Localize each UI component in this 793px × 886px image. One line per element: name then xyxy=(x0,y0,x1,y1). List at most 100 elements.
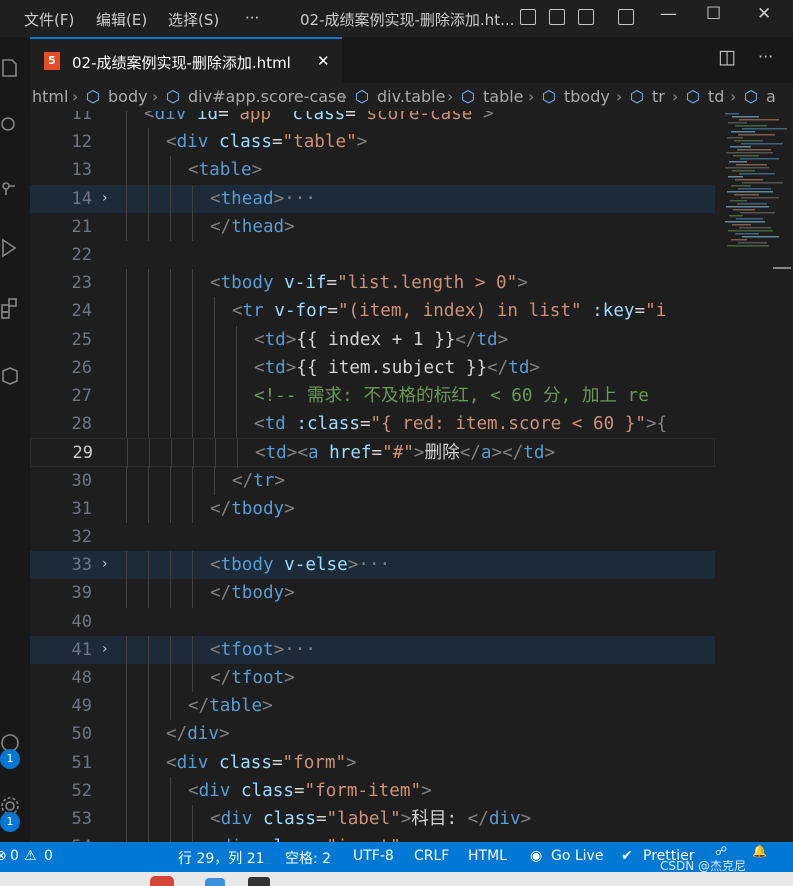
code-line[interactable]: 30 </tr> xyxy=(30,466,715,495)
indentation[interactable]: 空格: 2 xyxy=(285,848,331,868)
fold-chevron-icon[interactable]: › xyxy=(102,556,108,572)
minimap-line xyxy=(740,212,775,214)
editor-tab[interactable]: 5 02-成绩案例实现-删除添加.html ✕ xyxy=(30,37,342,83)
code-line[interactable]: 12 <div class="table"> xyxy=(30,128,715,157)
code-token: > xyxy=(285,329,297,350)
line-number: 48 xyxy=(71,668,92,688)
code-line[interactable]: 24 <tr v-for="(item, index) in list" :key… xyxy=(30,297,715,326)
line-number: 27 xyxy=(71,386,92,406)
error-count[interactable]: 0 xyxy=(10,848,19,864)
account-badge: 1 xyxy=(0,749,20,769)
code-line[interactable]: 14 › <thead>··· xyxy=(30,184,715,213)
fold-chevron-icon[interactable]: › xyxy=(102,190,108,206)
scrollbar-thumb[interactable] xyxy=(773,267,791,269)
code-line[interactable]: 39 </tbody> xyxy=(30,579,715,608)
breadcrumb-item[interactable]: td xyxy=(708,87,724,106)
code-line[interactable]: 31 </tbody> xyxy=(30,494,715,523)
code-token: href xyxy=(329,443,372,464)
code-token: ··· xyxy=(284,188,316,209)
feedback-icon[interactable]: ☍ xyxy=(715,844,727,858)
tab-close-icon[interactable]: ✕ xyxy=(317,52,330,70)
run-debug-icon[interactable] xyxy=(0,237,22,259)
code-line[interactable]: 29 <td><a href="#">删除</a></td> xyxy=(30,438,715,468)
minimap-preview xyxy=(725,113,787,247)
maximize-button[interactable]: ☐ xyxy=(706,4,721,24)
code-line[interactable]: 41 › <tfoot>··· xyxy=(30,635,715,664)
code-token: thead xyxy=(231,216,285,237)
code-line[interactable]: 26 <td>{{ item.subject }}</td> xyxy=(30,353,715,382)
minimize-button[interactable]: — xyxy=(660,4,677,24)
more-actions-icon[interactable]: ··· xyxy=(758,47,773,66)
remote-explorer-icon[interactable] xyxy=(0,365,22,387)
breadcrumb-item[interactable]: body xyxy=(108,87,148,106)
toggle-panel-icon[interactable] xyxy=(549,9,565,25)
source-control-icon[interactable] xyxy=(0,177,22,199)
menu-more[interactable]: ··· xyxy=(245,9,259,27)
code-line[interactable]: 13 <table> xyxy=(30,156,715,185)
code-line[interactable]: 49 </table> xyxy=(30,692,715,721)
code-text: <div id="app" class="score-case"> xyxy=(144,111,494,128)
go-live-button[interactable]: Go Live xyxy=(551,848,603,864)
code-token: = xyxy=(315,809,327,829)
extensions-icon[interactable] xyxy=(0,297,22,319)
breadcrumb-item[interactable]: tr xyxy=(652,87,665,106)
code-token: {{ item.subject }} xyxy=(296,357,488,378)
breadcrumb-item[interactable]: div#app.score-case xyxy=(188,87,346,106)
code-line[interactable]: 27 <!-- 需求: 不及格的标红, < 60 分, 加上 re xyxy=(30,382,715,411)
warning-count[interactable]: 0 xyxy=(44,848,53,864)
code-line[interactable]: 52 <div class="form-item"> xyxy=(30,776,715,805)
code-token: div xyxy=(187,724,219,745)
code-token: > xyxy=(517,273,528,294)
indent-guide xyxy=(170,297,171,326)
code-line[interactable]: 50 </div> xyxy=(30,720,715,749)
breadcrumb-item[interactable]: tbody xyxy=(564,87,610,106)
code-line[interactable]: 11 <div id="app" class="score-case"> xyxy=(30,111,715,129)
code-line[interactable]: 48 </tfoot> xyxy=(30,664,715,693)
minimap-line xyxy=(726,206,769,208)
indent-guide xyxy=(214,353,215,382)
indent-guide xyxy=(148,720,149,749)
code-line[interactable]: 53 <div class="label">科目: </div> xyxy=(30,805,715,834)
indent-guide xyxy=(214,382,215,411)
split-editor-icon[interactable]: ◫ xyxy=(718,46,736,68)
cursor-position[interactable]: 行 29，列 21 xyxy=(178,848,265,868)
code-line[interactable]: 32 xyxy=(30,523,715,551)
code-line[interactable]: 33 › <tbody v-else>··· xyxy=(30,551,715,580)
indent-guide xyxy=(126,720,127,749)
code-line[interactable]: 28 <td :class="{ red: item.score < 60 }">… xyxy=(30,410,715,439)
explorer-icon[interactable] xyxy=(0,57,22,79)
search-icon[interactable] xyxy=(0,115,22,137)
line-number: 32 xyxy=(71,527,92,547)
code-line[interactable]: 54 <div class="input"> xyxy=(30,833,715,842)
toggle-secondary-sidebar-icon[interactable] xyxy=(578,9,594,25)
encoding[interactable]: UTF-8 xyxy=(353,848,394,864)
line-ending[interactable]: CRLF xyxy=(414,848,449,864)
customize-layout-icon[interactable] xyxy=(618,9,634,25)
code-line[interactable]: 23 <tbody v-if="list.length > 0"> xyxy=(30,269,715,298)
breadcrumb-item[interactable]: a xyxy=(766,87,776,106)
menu-file[interactable]: 文件(F) xyxy=(24,9,74,30)
menu-selection[interactable]: 选择(S) xyxy=(168,9,219,30)
menu-edit[interactable]: 编辑(E) xyxy=(96,9,147,30)
code-line[interactable]: 22 xyxy=(30,241,715,269)
code-line[interactable]: 40 xyxy=(30,608,715,636)
toggle-sidebar-icon[interactable] xyxy=(520,9,536,25)
fold-chevron-icon[interactable]: › xyxy=(102,641,108,657)
bell-icon[interactable]: 🔔 xyxy=(752,844,767,858)
error-icon[interactable]: ⊗ xyxy=(0,848,7,864)
minimap[interactable] xyxy=(715,111,793,842)
code-text: <div class="label">科目: </div> xyxy=(210,805,531,833)
breadcrumb-item[interactable]: html xyxy=(32,87,68,106)
code-line[interactable]: 25 <td>{{ index + 1 }}</td> xyxy=(30,325,715,354)
breadcrumb-item[interactable]: div.table xyxy=(377,87,445,106)
breadcrumb-item[interactable]: table xyxy=(483,87,524,106)
code-editor[interactable]: 11 <div id="app" class="score-case"> 12 <di… xyxy=(30,111,715,842)
code-line[interactable]: 51 <div class="form"> xyxy=(30,748,715,777)
code-line[interactable]: 21 </thead> xyxy=(30,212,715,241)
warning-icon[interactable]: ⚠ xyxy=(24,848,37,864)
language-mode[interactable]: HTML xyxy=(468,848,507,864)
code-token: > xyxy=(273,639,285,660)
close-window-button[interactable]: ✕ xyxy=(757,4,771,24)
code-text: <td :class="{ red: item.score < 60 }">{ xyxy=(254,410,667,438)
html5-icon: 5 xyxy=(44,52,60,70)
